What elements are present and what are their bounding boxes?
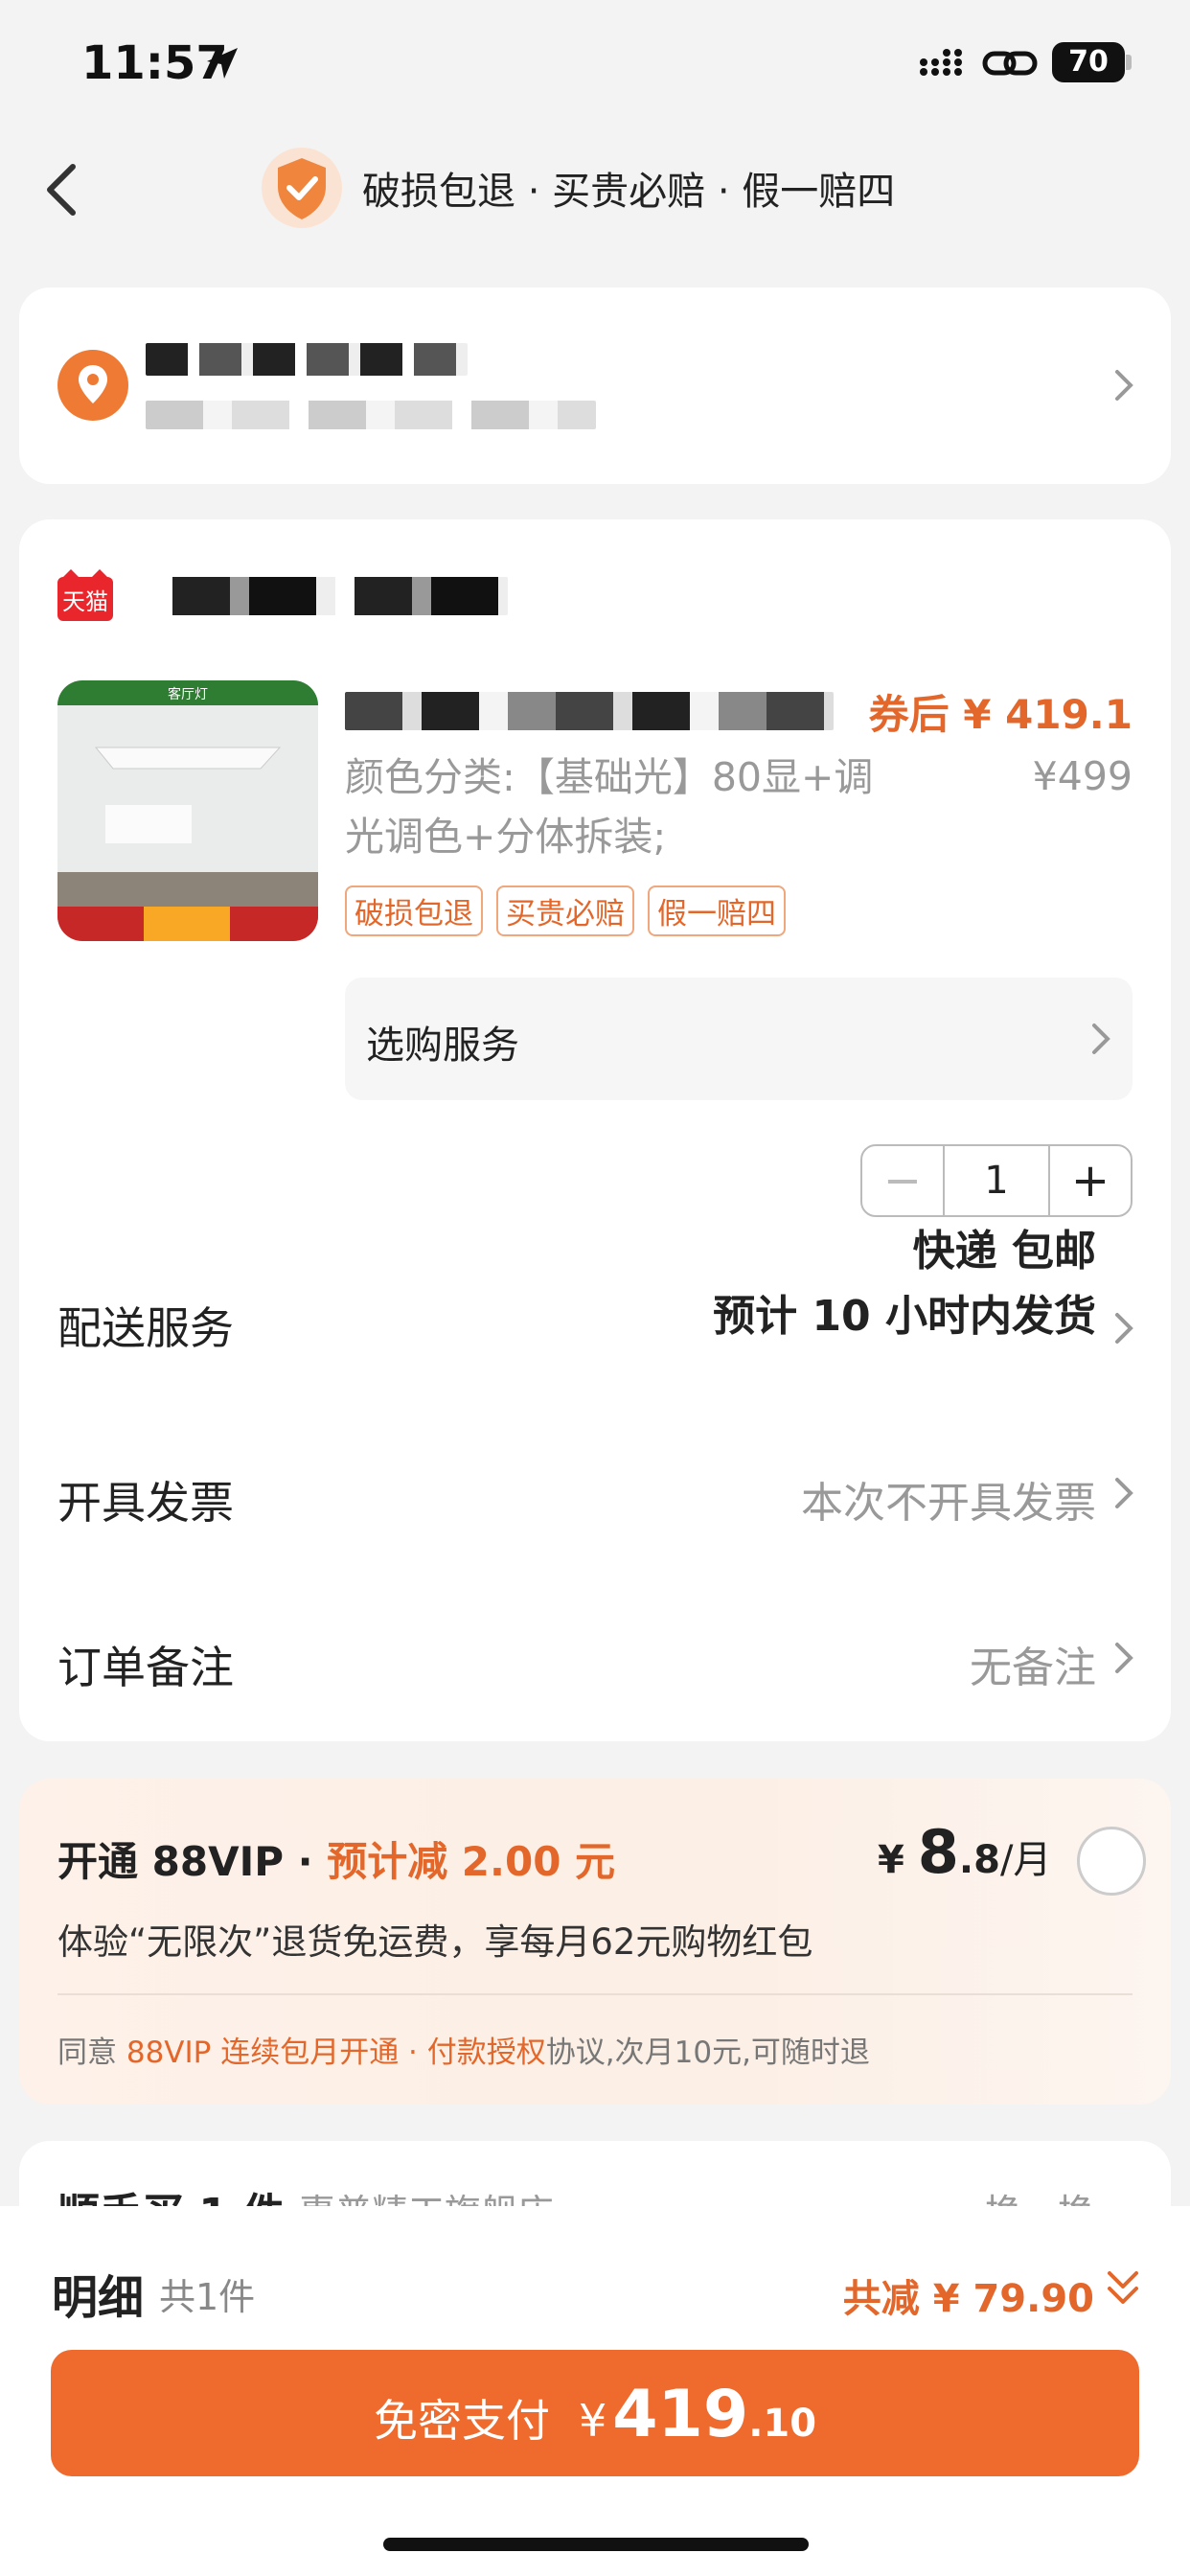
increase-button[interactable]: + [1050, 1146, 1131, 1215]
total-discount[interactable]: 共减 ¥ 79.90 [843, 2267, 1094, 2323]
vip-title-prefix: 开通 88VIP · [57, 1838, 328, 1885]
chevron-right-icon [1115, 370, 1133, 401]
pay-button[interactable]: 免密支付 ¥ 419 .10 [51, 2350, 1139, 2476]
quantity-value[interactable]: 1 [943, 1146, 1050, 1215]
select-service-label: 选购服务 [366, 1024, 519, 1068]
pay-amount-int: 419 [612, 2377, 749, 2452]
vip-select-radio[interactable] [1077, 1827, 1146, 1896]
tag-fake-compensate: 假一赔四 [648, 886, 786, 936]
delivery-label: 配送服务 [57, 1302, 234, 1354]
chevron-right-icon [1115, 1313, 1133, 1344]
vip-terms-suffix: 协议,次月10元,可随时退 [545, 2036, 870, 2070]
address-name-redacted [146, 343, 468, 376]
invoice-label: 开具发票 [57, 1477, 234, 1529]
double-chevron-down-icon[interactable] [1104, 2267, 1142, 2310]
select-service-button[interactable]: 选购服务 [345, 978, 1133, 1100]
status-bar: 11:57 70 [0, 0, 1190, 134]
delivery-value: 快递 包邮 预计 10 小时内发货 [713, 1219, 1096, 1349]
address-detail-redacted [146, 401, 596, 429]
vip-price-dec: .8 [958, 1838, 1000, 1882]
ceiling-light-image: 客厅灯 [57, 680, 318, 941]
divider [57, 1993, 1133, 1995]
price-original: ¥499 [1032, 753, 1133, 799]
chevron-right-icon [1115, 1643, 1133, 1673]
vip-price-currency: ¥ [878, 1838, 918, 1882]
product-image-banner: 客厅灯 [168, 686, 208, 702]
vip-saving: 预计减 2.00 元 [327, 1838, 616, 1885]
location-pin-icon [57, 350, 128, 421]
vip-benefit-text: 体验“无限次”退货免运费，享每月62元购物红包 [57, 1921, 813, 1963]
decrease-button[interactable]: − [862, 1146, 943, 1215]
shield-check-icon [262, 148, 342, 228]
signal-icon [920, 49, 962, 76]
price-after-coupon: 券后 ¥ 419.1 [868, 691, 1133, 738]
delivery-shipping: 快递 包邮 [912, 1227, 1096, 1276]
vip-terms-prefix: 同意 [57, 2036, 126, 2070]
order-card: 天猫 客厅灯 券后 ¥ 419.1 ¥499 颜色分类:【基础光】80显+调光调… [19, 519, 1171, 1741]
shop-name-redacted [153, 577, 508, 615]
vip-price-int: 8 [917, 1817, 959, 1887]
guarantee-tags: 破损包退 买贵必赔 假一赔四 [345, 886, 799, 936]
chevron-right-icon [1115, 1478, 1133, 1508]
header-guarantee: 破损包退 · 买贵必赔 · 假一赔四 [261, 147, 895, 229]
location-arrow-icon [207, 48, 238, 79]
tag-damage-return: 破损包退 [345, 886, 483, 936]
tmall-badge-text: 天猫 [62, 588, 108, 615]
item-count: 共1件 [159, 2276, 256, 2318]
order-note-value: 无备注 [970, 1644, 1096, 1692]
order-note-label: 订单备注 [57, 1642, 234, 1693]
back-arrow-icon[interactable] [40, 161, 82, 218]
home-indicator [383, 2538, 809, 2551]
quantity-stepper: − 1 + [860, 1144, 1133, 1217]
product-image[interactable]: 客厅灯 [57, 680, 318, 941]
invoice-value: 本次不开具发票 [801, 1479, 1096, 1528]
product-title-redacted [345, 692, 834, 730]
chevron-right-icon [1092, 1024, 1110, 1054]
address-card[interactable] [19, 288, 1171, 484]
battery-cap [1126, 55, 1132, 70]
tmall-badge-icon: 天猫 [57, 569, 113, 621]
battery-indicator: 70 [1052, 42, 1125, 82]
pay-button-label: 免密支付 [373, 2395, 550, 2447]
bottom-bar: 明细 共1件 共减 ¥ 79.90 免密支付 ¥ 419 .10 [0, 2206, 1190, 2576]
detail-label[interactable]: 明细 [52, 2260, 144, 2327]
delivery-eta: 预计 10 小时内发货 [713, 1292, 1096, 1341]
tag-price-protect: 买贵必赔 [496, 886, 634, 936]
vip-offer-card[interactable]: 开通 88VIP · 预计减 2.00 元 ¥ 8.8/月 体验“无限次”退货免… [19, 1779, 1171, 2104]
vip-terms: 同意 88VIP 连续包月开通 · 付款授权协议,次月10元,可随时退 [57, 2028, 870, 2071]
product-spec: 颜色分类:【基础光】80显+调光调色+分体拆装; [345, 754, 874, 860]
header-title: 破损包退 · 买贵必赔 · 假一赔四 [362, 170, 896, 214]
link-icon [982, 51, 1038, 76]
pay-amount-dec: .10 [748, 2402, 817, 2446]
vip-title: 开通 88VIP · 预计减 2.00 元 [57, 1829, 615, 1888]
vip-price-unit: /月 [999, 1838, 1052, 1882]
pay-currency: ¥ [578, 2395, 607, 2447]
vip-terms-link[interactable]: 88VIP 连续包月开通 · 付款授权 [126, 2036, 546, 2070]
vip-price: ¥ 8.8/月 [878, 1817, 1051, 1887]
